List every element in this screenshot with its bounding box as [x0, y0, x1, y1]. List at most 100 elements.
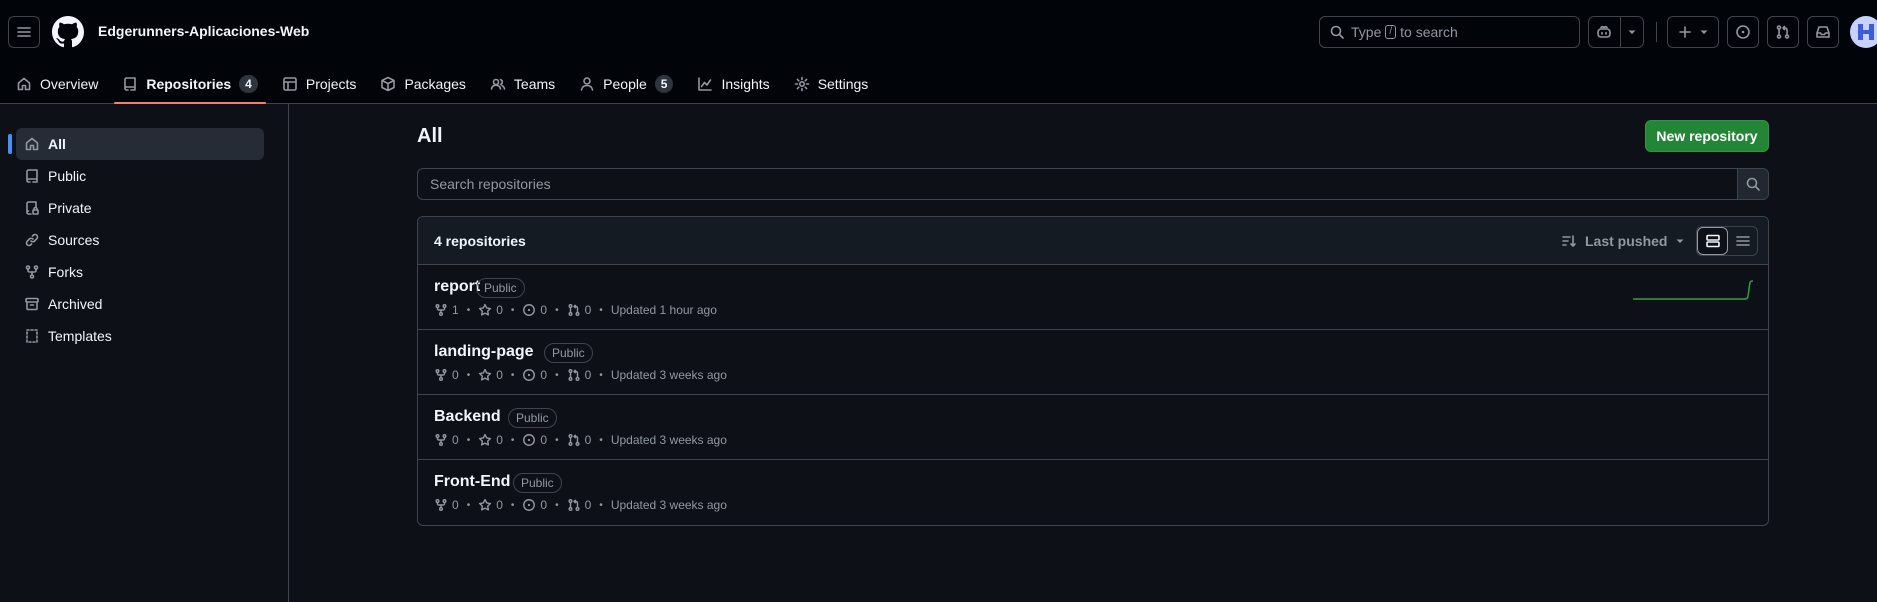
stars-count[interactable]: 0 — [478, 368, 503, 382]
tab-people[interactable]: People 5 — [571, 64, 681, 104]
activity-sparkline — [1633, 280, 1754, 300]
separator-dot: • — [510, 304, 515, 316]
issues-button[interactable] — [1727, 16, 1759, 48]
list-unordered-icon — [1735, 236, 1750, 246]
separator-dot: • — [599, 369, 603, 381]
repository-search-button[interactable] — [1737, 168, 1769, 200]
menu-button[interactable] — [8, 16, 40, 48]
tab-projects[interactable]: Projects — [274, 64, 365, 104]
git-pull-request-icon — [568, 499, 580, 511]
issues-count[interactable]: 0 — [522, 433, 547, 447]
hamburger-icon — [17, 27, 31, 37]
sort-dropdown[interactable]: Last pushed — [1561, 229, 1685, 253]
issues-count[interactable]: 0 — [522, 303, 547, 317]
separator-dot: • — [510, 434, 515, 446]
stars-value: 0 — [496, 498, 503, 512]
tab-insights[interactable]: Insights — [689, 64, 777, 104]
stars-count[interactable]: 0 — [478, 433, 503, 447]
forks-count[interactable]: 0 — [434, 433, 459, 447]
issues-count[interactable]: 0 — [522, 368, 547, 382]
tab-overview[interactable]: Overview — [8, 64, 106, 104]
gear-icon — [794, 76, 809, 92]
people-icon — [490, 78, 506, 90]
archive-icon — [25, 297, 39, 311]
stars-count[interactable]: 0 — [478, 498, 503, 512]
forks-count[interactable]: 0 — [434, 498, 459, 512]
sidebar-item-label: Sources — [48, 232, 100, 248]
tab-teams[interactable]: Teams — [482, 64, 563, 104]
star-icon — [479, 433, 492, 446]
sidebar-item-label: Private — [48, 200, 92, 216]
tab-repositories[interactable]: Repositories 4 — [114, 64, 266, 104]
separator-dot: • — [555, 499, 559, 511]
card-view-button[interactable] — [1697, 227, 1728, 255]
copilot-dropdown[interactable] — [1619, 17, 1643, 47]
repository-row: Front-End Public 0 • 0 • 0 • 0 • Updated… — [418, 460, 1768, 525]
star-icon — [479, 303, 492, 316]
git-pull-request-icon — [568, 434, 580, 446]
github-mark-icon — [52, 16, 84, 48]
pull-requests-count[interactable]: 0 — [567, 498, 592, 512]
user-avatar[interactable] — [1850, 16, 1877, 48]
repository-meta: 0 • 0 • 0 • 0 • Updated 3 weeks ago — [434, 433, 727, 447]
global-header: Edgerunners-Aplicaciones-Web Type / to s… — [0, 0, 1877, 104]
visibility-badge: Public — [476, 278, 525, 298]
git-pull-request-icon — [568, 304, 580, 316]
home-icon — [17, 77, 31, 91]
tab-label: Projects — [305, 76, 357, 92]
search-suffix: to search — [1400, 24, 1458, 40]
sidebar-item-sources[interactable]: Sources — [16, 224, 264, 256]
copilot-split-button[interactable] — [1588, 16, 1644, 48]
repository-name-link[interactable]: landing-page — [434, 343, 534, 361]
separator-dot: • — [466, 304, 471, 316]
repository-name-link[interactable]: Backend — [434, 408, 501, 426]
repository-name-link[interactable]: report — [434, 278, 480, 296]
sidebar-item-label: Forks — [48, 264, 83, 280]
global-search-input[interactable]: Type / to search — [1319, 16, 1580, 48]
tab-settings[interactable]: Settings — [786, 64, 877, 104]
stars-count[interactable]: 0 — [478, 303, 503, 317]
updated-time: Updated 3 weeks ago — [610, 368, 727, 382]
tab-packages[interactable]: Packages — [372, 64, 473, 104]
new-repository-button[interactable]: New repository — [1645, 120, 1769, 152]
forks-value: 0 — [452, 433, 459, 447]
pull-requests-value: 0 — [584, 498, 592, 512]
sidebar-item-label: All — [48, 136, 66, 152]
copilot-button[interactable] — [1589, 17, 1620, 47]
sidebar-item-templates[interactable]: Templates — [16, 320, 264, 352]
issue-opened-icon — [523, 369, 536, 381]
list-view-button[interactable] — [1728, 227, 1757, 255]
separator-dot: • — [510, 499, 515, 511]
repository-search-input[interactable]: Search repositories — [417, 168, 1738, 200]
issues-value: 0 — [540, 303, 548, 317]
issues-value: 0 — [540, 498, 548, 512]
pull-requests-count[interactable]: 0 — [567, 303, 591, 317]
create-new-button[interactable] — [1667, 16, 1719, 48]
repo-forked-icon — [25, 265, 39, 279]
pull-requests-count[interactable]: 0 — [567, 433, 591, 447]
sidebar-item-archived[interactable]: Archived — [16, 288, 264, 320]
search-prefix: Type — [1351, 24, 1382, 40]
forks-count[interactable]: 1 — [434, 303, 459, 317]
issues-count[interactable]: 0 — [522, 498, 547, 512]
forks-count[interactable]: 0 — [434, 368, 459, 382]
pull-requests-button[interactable] — [1767, 16, 1799, 48]
updated-time: Updated 1 hour ago — [610, 303, 717, 317]
page-title: All — [417, 125, 443, 147]
forks-value: 0 — [452, 368, 459, 382]
top-bar: Edgerunners-Aplicaciones-Web Type / to s… — [0, 0, 1877, 64]
sidebar-item-private[interactable]: Private — [16, 192, 264, 224]
github-logo[interactable] — [52, 16, 84, 48]
sidebar-item-public[interactable]: Public — [16, 160, 264, 192]
repository-row: report Public 1 • 0 • 0 • 0 • Updated 1 … — [418, 265, 1768, 330]
sidebar-item-all[interactable]: All — [8, 128, 264, 160]
pull-requests-count[interactable]: 0 — [567, 368, 591, 382]
sidebar-item-forks[interactable]: Forks — [16, 256, 264, 288]
repository-row: Backend Public 0 • 0 • 0 • 0 • Updated 3… — [418, 395, 1768, 460]
identicon-icon — [1858, 24, 1874, 40]
person-icon — [580, 77, 594, 91]
org-name-link[interactable]: Edgerunners-Aplicaciones-Web — [98, 23, 309, 39]
inbox-button[interactable] — [1807, 16, 1839, 48]
repository-name-link[interactable]: Front-End — [434, 473, 510, 491]
repo-icon — [124, 77, 137, 91]
